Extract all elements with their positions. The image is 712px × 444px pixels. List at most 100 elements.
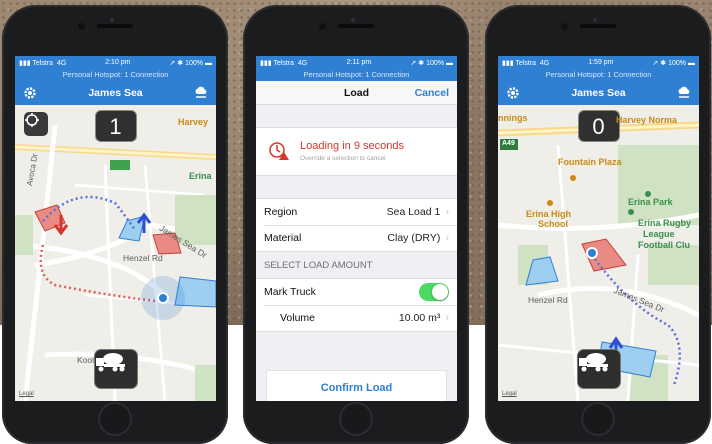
- map-view[interactable]: 0 nnings Harvey Norma A49 Fountain Plaza…: [498, 105, 699, 401]
- battery-percent: 100%: [185, 59, 204, 67]
- network: 4G: [297, 59, 308, 67]
- chevron-right-icon: ›: [445, 312, 449, 324]
- sensor: [593, 18, 597, 22]
- battery-icon: ▬: [446, 59, 453, 67]
- cloud-rain-icon[interactable]: [194, 86, 208, 103]
- settings-group: Region Sea Load 1 › Material Clay (DRY) ›: [256, 198, 457, 252]
- carrier: Telstra: [515, 59, 537, 67]
- screen-map-1: ▮▮▮ Telstra 4G 2:10 pm ➚ ✱ 100% ▬ Person…: [15, 56, 216, 401]
- front-camera: [78, 23, 85, 30]
- material-row[interactable]: Material Clay (DRY) ›: [256, 225, 457, 251]
- page-title: Load: [343, 86, 370, 99]
- gear-icon[interactable]: [23, 86, 37, 103]
- map-label: Fountain Plaza: [558, 157, 622, 167]
- battery-icon: ▬: [204, 59, 212, 67]
- region-row[interactable]: Region Sea Load 1 ›: [256, 199, 457, 225]
- phone-1: ▮▮▮ Telstra 4G 2:10 pm ➚ ✱ 100% ▬ Person…: [2, 5, 228, 444]
- spacer: [256, 332, 457, 370]
- map-label: Erina: [189, 171, 212, 181]
- earpiece: [97, 24, 133, 28]
- sensor: [110, 18, 114, 22]
- alert-title: Loading in 9 seconds: [300, 140, 404, 152]
- clock: 1:59 pm: [588, 59, 614, 66]
- hotspot-banner[interactable]: Personal Hotspot: 1 Connection: [256, 69, 457, 81]
- signal-icon: ▮▮▮: [260, 59, 272, 67]
- alert-subtitle: Override a selection to cancel: [300, 155, 386, 162]
- clock: 2:11 pm: [346, 59, 372, 66]
- earpiece: [338, 24, 374, 28]
- network: 4G: [539, 59, 550, 67]
- legal-link[interactable]: Legal: [502, 391, 517, 397]
- status-bar: ▮▮▮ Telstra 4G 2:11 pm ➚ ✱ 100% ▬: [256, 56, 457, 69]
- load-counter: 0: [577, 110, 620, 142]
- map-label: Harvey Norma: [616, 115, 678, 125]
- confirm-load-button[interactable]: Confirm Load: [266, 370, 447, 401]
- map-view[interactable]: 1 Harvey Erina Avoca Dr Henzel Rd James …: [15, 105, 216, 401]
- row-label: Material: [264, 232, 302, 244]
- compass-icon[interactable]: [24, 112, 48, 136]
- load-amount-group: Mark Truck Volume 10.00 m³ ›: [256, 278, 457, 332]
- page-title: James Sea: [88, 87, 143, 99]
- row-label: Region: [264, 206, 298, 218]
- bluetooth-icon: ➚ ✱: [652, 59, 667, 67]
- map-label: League: [643, 229, 675, 239]
- row-label: Volume: [280, 312, 316, 324]
- map-label: Erina Park: [628, 197, 673, 207]
- load-counter: 1: [94, 110, 137, 142]
- earpiece: [580, 24, 616, 28]
- mark-truck-row: Mark Truck: [256, 279, 457, 305]
- sensor: [351, 18, 355, 22]
- battery-percent: 100%: [668, 59, 687, 67]
- carrier: Telstra: [32, 59, 54, 67]
- front-camera: [319, 23, 326, 30]
- signal-icon: ▮▮▮: [502, 59, 514, 67]
- nav-bar: James Sea: [498, 81, 699, 105]
- spacer: [256, 105, 457, 127]
- screen-load: ▮▮▮ Telstra 4G 2:11 pm ➚ ✱ 100% ▬ Person…: [256, 56, 457, 401]
- nav-bar: James Sea: [15, 81, 216, 105]
- chevron-right-icon: ›: [445, 232, 449, 244]
- bluetooth-icon: ➚ ✱: [410, 59, 425, 67]
- row-label: Mark Truck: [264, 286, 316, 298]
- page-title: James Sea: [571, 87, 626, 99]
- map-label: Football Clu: [638, 240, 690, 250]
- cement-truck-icon[interactable]: [93, 349, 138, 389]
- network: 4G: [56, 59, 67, 67]
- map-label: Henzel Rd: [528, 295, 568, 305]
- cloud-rain-icon[interactable]: [677, 86, 691, 103]
- map-label: A49: [502, 140, 515, 147]
- gear-icon[interactable]: [506, 86, 520, 103]
- loading-alert: Loading in 9 seconds Override a selectio…: [256, 127, 457, 176]
- hotspot-banner[interactable]: Personal Hotspot: 1 Connection: [15, 69, 216, 81]
- cancel-button[interactable]: Cancel: [415, 87, 449, 99]
- row-value: 10.00 m³: [398, 312, 441, 324]
- battery-percent: 100%: [426, 59, 445, 67]
- map-label: Harvey: [178, 117, 209, 127]
- map-label: Erina High: [526, 209, 572, 219]
- hotspot-banner[interactable]: Personal Hotspot: 1 Connection: [498, 69, 699, 81]
- status-bar: ▮▮▮ Telstra 4G 2:10 pm ➚ ✱ 100% ▬: [15, 56, 216, 69]
- map-label: Henzel Rd: [123, 253, 163, 263]
- front-camera: [561, 23, 568, 30]
- map-label: Erina Rugby: [638, 218, 692, 228]
- status-bar: ▮▮▮ Telstra 4G 1:59 pm ➚ ✱ 100% ▬: [498, 56, 699, 69]
- screen-map-2: ▮▮▮ Telstra 4G 1:59 pm ➚ ✱ 100% ▬ Person…: [498, 56, 699, 401]
- clock: 2:10 pm: [105, 59, 131, 66]
- home-button[interactable]: [98, 402, 132, 436]
- chevron-right-icon: ›: [445, 206, 449, 218]
- timer-warning-icon: [268, 141, 290, 166]
- mark-truck-toggle[interactable]: [419, 283, 449, 301]
- phone-2: ▮▮▮ Telstra 4G 2:11 pm ➚ ✱ 100% ▬ Person…: [243, 5, 469, 444]
- row-value: Sea Load 1: [386, 206, 441, 218]
- home-button[interactable]: [339, 402, 373, 436]
- home-button[interactable]: [581, 402, 615, 436]
- row-value: Clay (DRY): [387, 232, 441, 244]
- map-label: School: [538, 219, 569, 229]
- volume-row[interactable]: Volume 10.00 m³ ›: [256, 305, 457, 331]
- section-header: SELECT LOAD AMOUNT: [264, 260, 373, 271]
- signal-icon: ▮▮▮: [19, 59, 31, 67]
- cement-truck-icon[interactable]: [576, 349, 621, 389]
- nav-bar: Load Cancel: [256, 81, 457, 105]
- phone-3: ▮▮▮ Telstra 4G 1:59 pm ➚ ✱ 100% ▬ Person…: [485, 5, 711, 444]
- legal-link[interactable]: Legal: [19, 391, 34, 397]
